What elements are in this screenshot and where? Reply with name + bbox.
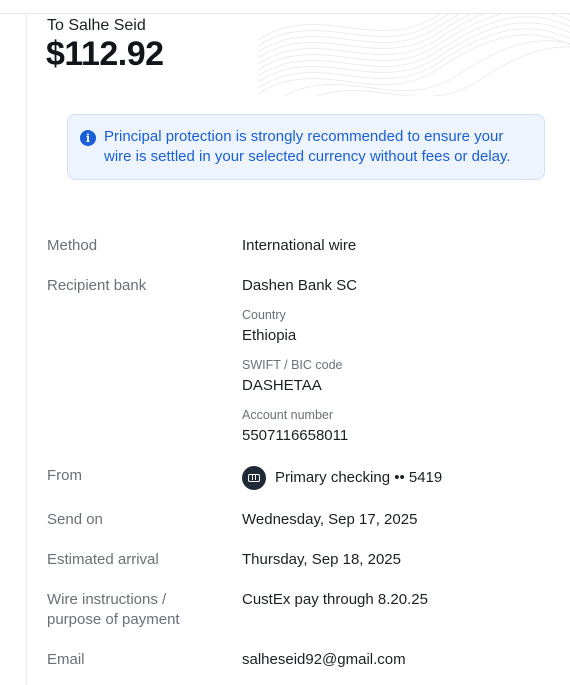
info-icon: i	[80, 130, 96, 146]
email-value: salheseid92@gmail.com	[242, 651, 406, 668]
method-label: Method	[47, 237, 98, 254]
method-value: International wire	[242, 237, 357, 254]
send-on-value: Wednesday, Sep 17, 2025	[242, 511, 418, 528]
notice-text: Principal protection is strongly recomme…	[104, 128, 511, 165]
from-account-value: Primary checking •• 5419	[275, 469, 443, 486]
swift-code-label: SWIFT / BIC code	[242, 358, 343, 372]
principal-protection-notice: i Principal protection is strongly recom…	[67, 114, 545, 180]
bank-card-icon	[242, 466, 266, 490]
country-value: Ethiopia	[242, 327, 297, 344]
country-label: Country	[242, 308, 286, 322]
estimated-arrival-label: Estimated arrival	[47, 551, 159, 568]
recipient-name: To Salhe Seid	[47, 17, 146, 34]
account-number-label: Account number	[242, 408, 334, 422]
purpose-of-payment-label: purpose of payment	[47, 611, 180, 628]
swift-code-value: DASHETAA	[242, 377, 322, 394]
recipient-bank-value: Dashen Bank SC	[242, 277, 358, 294]
from-label: From	[47, 467, 82, 484]
email-label: Email	[47, 651, 85, 668]
send-on-label: Send on	[47, 511, 103, 528]
left-divider	[26, 14, 27, 685]
transfer-amount: $112.92	[46, 35, 164, 73]
estimated-arrival-value: Thursday, Sep 18, 2025	[242, 551, 401, 568]
decorative-wave-pattern	[258, 14, 570, 96]
account-number-value: 5507116658011	[242, 427, 349, 444]
wire-instructions-value: CustEx pay through 8.20.25	[242, 591, 428, 608]
wire-instructions-label: Wire instructions /	[47, 591, 167, 608]
recipient-bank-label: Recipient bank	[47, 277, 147, 294]
